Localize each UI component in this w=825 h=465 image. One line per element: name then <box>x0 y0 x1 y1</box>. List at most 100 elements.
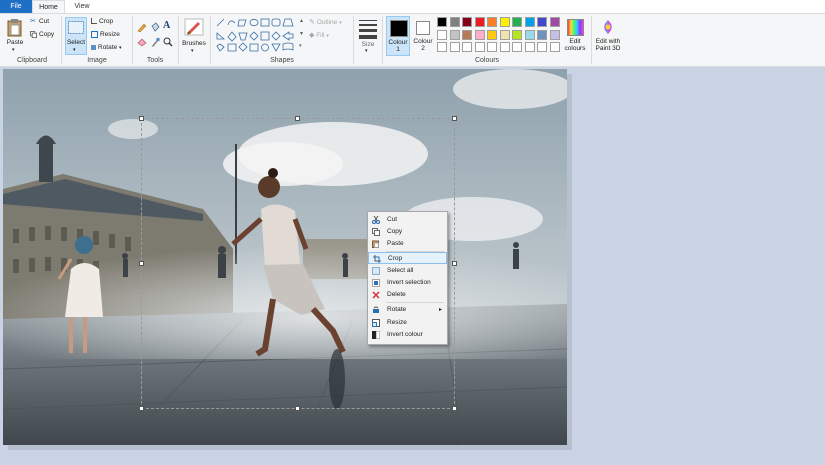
divider <box>210 16 211 64</box>
colour-swatch[interactable] <box>549 42 560 52</box>
rotate-label: Rotate <box>98 44 118 51</box>
colour-swatch[interactable] <box>487 17 497 27</box>
fill-button[interactable]: ◆ Fill ▾ <box>309 31 329 39</box>
group-label-colours: Colours <box>474 57 500 64</box>
resize-button[interactable]: Resize <box>91 31 120 38</box>
paste-icon <box>372 240 379 248</box>
context-menu-label: Paste <box>387 240 404 247</box>
colour-swatch[interactable] <box>549 17 560 27</box>
context-menu-select-all[interactable]: Select all <box>368 265 447 277</box>
context-menu-invert-colour[interactable]: Invert colour <box>368 329 447 341</box>
shapes-scroll-down[interactable]: ▼ <box>299 31 304 37</box>
colour1-button[interactable]: Colour 1 <box>386 16 410 56</box>
rotate-icon <box>91 44 96 50</box>
colour-swatch[interactable] <box>487 42 497 52</box>
colour1-label-line2: 1 <box>396 46 400 53</box>
colour-picker-icon[interactable] <box>150 37 160 47</box>
colour-swatch[interactable] <box>449 29 460 40</box>
colour-swatch[interactable] <box>499 42 510 52</box>
colour-swatch[interactable] <box>524 17 535 27</box>
paste-icon <box>7 19 22 37</box>
crop-button[interactable]: Crop <box>91 18 113 25</box>
colour-swatch[interactable] <box>524 29 535 40</box>
edit-colours-label-line1: Edit <box>569 38 581 45</box>
context-menu-paste[interactable]: Paste <box>368 238 447 250</box>
shapes-expand[interactable]: ▾ <box>299 43 302 49</box>
pencil-icon[interactable] <box>137 22 147 32</box>
rotate-button[interactable]: Rotate ▾ <box>91 44 121 51</box>
colour-swatch[interactable] <box>537 29 547 40</box>
outline-label: Outline <box>316 19 338 26</box>
paste-button[interactable]: Paste ▾ <box>4 17 26 55</box>
size-button[interactable]: Size ▾ <box>357 17 379 55</box>
cut-button[interactable]: ✂ Cut <box>30 18 49 25</box>
copy-label: Copy <box>39 31 55 39</box>
ribbon-tab-bar: File Home View <box>0 0 825 13</box>
context-menu-delete[interactable]: Delete <box>368 289 447 301</box>
selection-handle[interactable] <box>139 261 144 266</box>
colour-swatch[interactable] <box>512 42 522 52</box>
colour-swatch[interactable] <box>474 29 485 40</box>
paint3d-icon <box>604 20 612 34</box>
canvas-shadow <box>567 74 572 450</box>
crop-label: Crop <box>99 18 114 25</box>
selection-handle[interactable] <box>295 116 300 121</box>
context-menu-crop[interactable]: Crop <box>368 252 447 264</box>
selection-handle[interactable] <box>452 261 457 266</box>
colour-swatch[interactable] <box>437 29 447 40</box>
selection-handle[interactable] <box>139 116 144 121</box>
selection-handle[interactable] <box>139 406 144 411</box>
colour-swatch[interactable] <box>549 29 560 40</box>
context-menu-cut[interactable]: Cut <box>368 214 447 226</box>
context-menu-resize[interactable]: Resize <box>368 317 447 329</box>
colour-swatch[interactable] <box>487 29 497 40</box>
edit-with-paint3d-button[interactable]: Edit with Paint 3D <box>593 17 623 55</box>
colour-swatch[interactable] <box>474 42 485 52</box>
chevron-down-icon: ▾ <box>365 48 368 54</box>
chevron-down-icon: ▾ <box>191 48 194 54</box>
paint3d-label-line2: Paint 3D <box>595 45 621 52</box>
colour-swatch[interactable] <box>537 17 547 27</box>
context-menu-label: Invert colour <box>387 331 423 338</box>
colour2-swatch <box>416 21 430 35</box>
group-label-image: Image <box>87 57 107 64</box>
colour-swatch[interactable] <box>499 17 510 27</box>
copy-button[interactable]: Copy <box>30 31 54 38</box>
tab-home[interactable]: Home <box>32 0 65 13</box>
colour-swatch[interactable] <box>437 42 447 52</box>
shapes-gallery[interactable] <box>215 17 299 53</box>
colour-swatch[interactable] <box>474 17 485 27</box>
text-tool-icon[interactable]: A <box>163 20 170 31</box>
selection-handle[interactable] <box>452 116 457 121</box>
colour-swatch[interactable] <box>512 17 522 27</box>
colour-swatch[interactable] <box>449 17 460 27</box>
colour-swatch[interactable] <box>524 42 535 52</box>
colour-swatch[interactable] <box>537 42 547 52</box>
outline-button[interactable]: ✎ Outline ▾ <box>309 18 342 26</box>
context-menu-invert-selection[interactable]: Invert selection <box>368 277 447 289</box>
selection-handle[interactable] <box>295 406 300 411</box>
magnifier-icon[interactable] <box>163 37 173 47</box>
divider <box>178 16 179 64</box>
tab-view[interactable]: View <box>65 0 99 13</box>
colour-swatch[interactable] <box>499 29 510 40</box>
context-menu-rotate[interactable]: Rotate ▸ <box>368 304 447 316</box>
brushes-button[interactable]: Brushes ▾ <box>181 17 207 55</box>
colour-swatch[interactable] <box>449 42 460 52</box>
cut-label: Cut <box>39 18 50 26</box>
tab-file[interactable]: File <box>0 0 32 13</box>
colour2-button[interactable]: Colour 2 <box>411 16 435 56</box>
context-menu-copy[interactable]: Copy <box>368 226 447 238</box>
colour-swatch[interactable] <box>437 17 447 27</box>
shapes-scroll-up[interactable]: ▲ <box>299 18 304 24</box>
select-button[interactable]: Select ▾ <box>65 17 87 55</box>
edit-colours-button[interactable]: Edit colours <box>562 17 588 55</box>
colour-swatch[interactable] <box>462 42 472 52</box>
eraser-icon[interactable] <box>137 37 147 47</box>
colour-swatch[interactable] <box>512 29 522 40</box>
colour-swatch[interactable] <box>462 17 472 27</box>
colour-swatch[interactable] <box>462 29 472 40</box>
selection-handle[interactable] <box>452 406 457 411</box>
fill-bucket-icon[interactable] <box>150 22 160 32</box>
paste-label: Paste <box>6 39 24 46</box>
